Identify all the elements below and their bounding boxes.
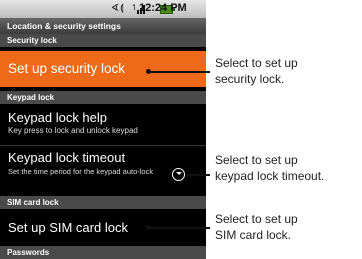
callout-text-line: keypad lock timeout. <box>215 169 325 183</box>
callout-security-lock: Select to set up security lock. <box>215 55 298 87</box>
keypad-lock-help-title: Keypad lock help <box>8 110 108 125</box>
keypad-lock-help-summary: Key press to lock and unlock keypad <box>8 126 138 135</box>
callout-text-line: SIM card lock. <box>215 228 292 242</box>
chevron-down-icon[interactable] <box>172 168 185 181</box>
divider <box>0 145 206 146</box>
callout-sim-card-lock: Select to set up SIM card lock. <box>215 211 298 243</box>
set-up-sim-card-lock-label: Set up SIM card lock <box>8 220 128 235</box>
keypad-lock-timeout-summary: Set the time period for the keypad auto-… <box>8 167 154 176</box>
callout-line <box>148 227 210 229</box>
wifi-icon: ⟬ <box>120 3 124 14</box>
callout-keypad-lock-timeout: Select to set up keypad lock timeout. <box>215 152 324 184</box>
screen-title: Location & security settings <box>0 18 206 34</box>
callout-line <box>148 71 210 73</box>
keypad-lock-help-item[interactable]: Keypad lock help Key press to lock and u… <box>0 107 206 143</box>
section-header-keypad-lock: Keypad lock <box>0 91 206 104</box>
section-header-security-lock: Security lock <box>0 34 206 47</box>
status-bar: ∢ ⟬ ↿ 12:24 PM <box>0 0 206 18</box>
callout-text-line: Select to set up <box>215 153 298 167</box>
section-header-passwords: Passwords <box>0 246 206 259</box>
callout-text-line: security lock. <box>215 72 285 86</box>
set-up-security-lock-item[interactable]: Set up security lock <box>0 51 206 87</box>
callout-text-line: Select to set up <box>215 56 298 70</box>
vibrate-icon: ∢ <box>111 3 120 14</box>
status-time: 12:24 PM <box>139 2 187 14</box>
callout-text-line: Select to set up <box>215 212 298 226</box>
keypad-lock-timeout-title: Keypad lock timeout <box>8 150 126 165</box>
callout-line <box>186 174 210 176</box>
set-up-security-lock-label: Set up security lock <box>8 61 126 76</box>
phone-screen: ∢ ⟬ ↿ 12:24 PM Location & security setti… <box>0 0 206 259</box>
section-header-sim-card-lock: SIM card lock <box>0 196 206 209</box>
